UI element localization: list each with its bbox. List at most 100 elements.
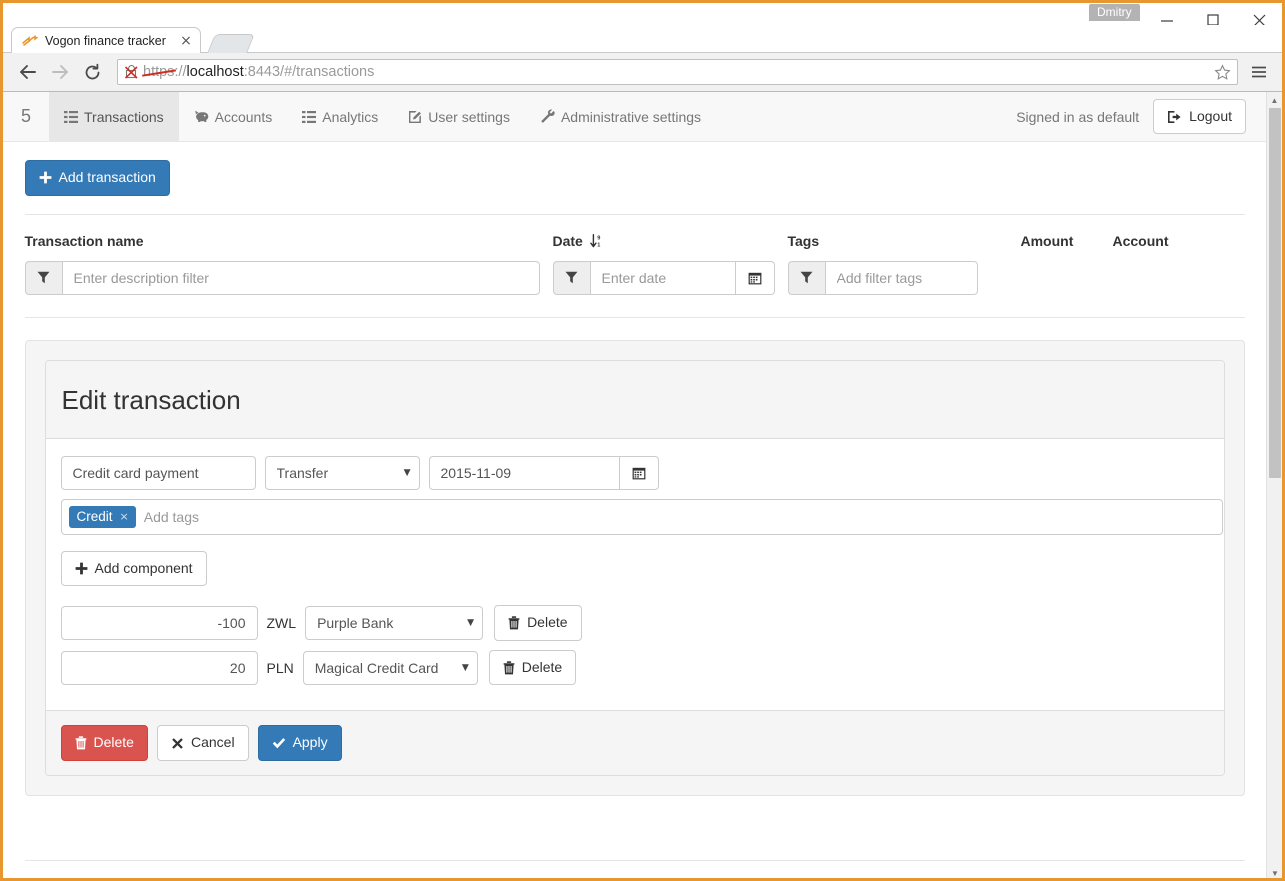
browser-window: Dmitry Vogon finance tracker × <box>0 0 1285 881</box>
window-titlebar: Dmitry <box>3 3 1282 25</box>
nav-item-analytics[interactable]: Analytics <box>287 92 393 141</box>
filter-tags-group <box>788 261 978 295</box>
apply-button-label: Apply <box>293 733 328 753</box>
component-account-select[interactable]: Magical Credit Card <box>303 651 478 685</box>
filters-section: Transaction name Date <box>25 214 1245 318</box>
app-brand[interactable]: 5 <box>3 92 49 141</box>
logout-button-label: Logout <box>1189 107 1232 127</box>
nav-item-admin-settings[interactable]: Administrative settings <box>525 92 716 141</box>
edit-transaction-title: Edit transaction <box>62 385 1208 416</box>
filter-header-date-label: Date <box>553 233 583 249</box>
transaction-date: Nov 7, 2015 <box>553 875 775 881</box>
component-amount-input[interactable] <box>61 606 258 640</box>
calendar-icon[interactable] <box>619 456 659 490</box>
page-scrollbar[interactable]: ▲ ▼ <box>1266 92 1282 881</box>
filter-column-tags: Tags <box>788 233 978 295</box>
transaction-account: Purple <box>1113 875 1233 881</box>
nav-item-admin-settings-label: Administrative settings <box>561 109 701 125</box>
browser-tabstrip: Vogon finance tracker × <box>3 25 1282 52</box>
check-icon <box>272 737 286 750</box>
nav-item-user-settings[interactable]: User settings <box>393 92 525 141</box>
url-scheme: https <box>143 64 174 80</box>
plus-icon <box>39 171 52 184</box>
svg-text:1: 1 <box>597 242 600 247</box>
component-delete-button[interactable]: Delete <box>489 650 576 686</box>
filter-grid: Transaction name Date <box>25 233 1245 318</box>
favicon-icon <box>22 34 38 48</box>
browser-tab[interactable]: Vogon finance tracker × <box>11 27 201 53</box>
new-tab-button[interactable] <box>207 34 255 53</box>
transaction-type-select[interactable]: Transfer <box>265 456 420 490</box>
transaction-date-group <box>429 456 659 490</box>
close-icon <box>171 737 184 750</box>
component-amount-input[interactable] <box>61 651 258 685</box>
transaction-amount: -10.00 PLN <box>1021 875 1113 881</box>
browser-menu-button[interactable] <box>1246 64 1272 80</box>
filter-name-input[interactable] <box>62 261 540 295</box>
logout-button[interactable]: Logout <box>1153 99 1246 135</box>
browser-toolbar: https://localhost:8443/#/transactions <box>3 52 1282 92</box>
transaction-name-input[interactable] <box>61 456 256 490</box>
plus-icon <box>75 562 88 575</box>
app-nav-right: Signed in as default Logout <box>1016 92 1266 141</box>
app-navbar: 5 Transactions <box>3 92 1266 142</box>
filter-icon[interactable] <box>25 261 62 295</box>
bookmark-star-icon[interactable] <box>1214 64 1231 81</box>
transaction-name: Stuff <box>25 875 540 881</box>
page-content: 5 Transactions <box>3 92 1266 881</box>
app-nav-items: Transactions Accounts <box>49 92 716 141</box>
edit-transaction-heading: Edit transaction <box>46 361 1224 439</box>
window-user-badge[interactable]: Dmitry <box>1089 4 1140 21</box>
scrollbar-up-arrow[interactable]: ▲ <box>1267 92 1282 108</box>
reload-button[interactable] <box>77 57 107 87</box>
filter-name-group <box>25 261 540 295</box>
forward-button[interactable] <box>45 57 75 87</box>
nav-item-transactions[interactable]: Transactions <box>49 92 179 141</box>
add-component-button[interactable]: Add component <box>61 551 207 587</box>
calendar-icon[interactable] <box>736 261 775 295</box>
address-bar[interactable]: https://localhost:8443/#/transactions <box>117 59 1238 85</box>
back-button[interactable] <box>13 57 43 87</box>
delete-transaction-button[interactable]: Delete <box>61 725 148 761</box>
nav-item-accounts[interactable]: Accounts <box>179 92 288 141</box>
component-delete-label: Delete <box>522 658 562 678</box>
filter-icon[interactable] <box>553 261 590 295</box>
wrench-icon <box>540 109 555 124</box>
insecure-lock-icon[interactable] <box>124 64 139 80</box>
address-bar-url: https://localhost:8443/#/transactions <box>143 64 374 80</box>
page-viewport: 5 Transactions <box>3 92 1282 881</box>
filter-date-group <box>553 261 775 295</box>
transaction-type-select-wrap: Transfer ▼ <box>265 456 420 490</box>
tag-remove-icon[interactable]: × <box>120 510 129 523</box>
apply-button[interactable]: Apply <box>258 725 342 761</box>
edit-transaction-outer-panel: Edit transaction Transfer ▼ <box>25 340 1245 796</box>
add-transaction-button[interactable]: Add transaction <box>25 160 170 196</box>
edit-transaction-body: Transfer ▼ <box>46 439 1224 711</box>
filter-column-date: Date 9 1 <box>553 233 775 295</box>
tag-chip[interactable]: Credit × <box>69 506 136 528</box>
filter-header-date[interactable]: Date 9 1 <box>553 233 775 249</box>
pencil-square-icon <box>408 110 422 124</box>
list-icon <box>64 110 78 124</box>
component-delete-button[interactable]: Delete <box>494 605 581 641</box>
cancel-button[interactable]: Cancel <box>157 725 249 761</box>
delete-transaction-label: Delete <box>94 733 134 753</box>
scrollbar-thumb[interactable] <box>1269 108 1281 478</box>
tab-close-icon[interactable]: × <box>178 34 194 48</box>
component-account-select[interactable]: Purple Bank <box>305 606 483 640</box>
transaction-list: Stuff Nov 7, 2015 Widgets -10.00 PLN Pur… <box>25 860 1245 881</box>
tag-chip-label: Credit <box>77 509 113 524</box>
add-component-label: Add component <box>95 559 193 579</box>
filter-tags-input[interactable] <box>825 261 978 295</box>
sort-numeric-desc-icon[interactable]: 9 1 <box>590 234 603 248</box>
transaction-row[interactable]: Stuff Nov 7, 2015 Widgets -10.00 PLN Pur… <box>25 861 1245 881</box>
add-component-wrap: Add component <box>61 551 1209 587</box>
filter-header-tags: Tags <box>788 233 978 249</box>
transaction-tags-input[interactable]: Credit × Add tags <box>61 499 1223 535</box>
filter-header-name-label: Transaction name <box>25 233 144 249</box>
filter-icon[interactable] <box>788 261 825 295</box>
scrollbar-down-arrow[interactable]: ▼ <box>1267 865 1282 881</box>
component-account-select-wrap: Magical Credit Card ▼ <box>303 651 478 685</box>
transaction-date-input[interactable] <box>429 456 619 490</box>
filter-date-input[interactable] <box>590 261 736 295</box>
